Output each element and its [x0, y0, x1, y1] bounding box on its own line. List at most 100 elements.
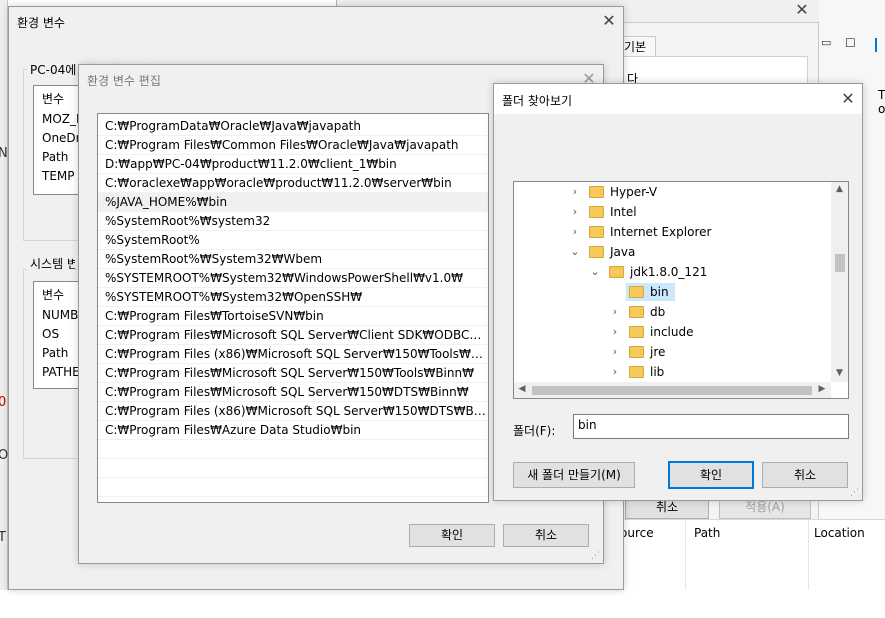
tree-item-jdk1-8-0-121[interactable]: ⌄ jdk1.8.0_121 [514, 262, 830, 282]
column-divider [808, 520, 809, 590]
background-tab-label: 기본 [623, 40, 647, 54]
edit-ok-button[interactable]: 확인 [409, 524, 495, 547]
chevron-right-icon[interactable]: › [570, 202, 580, 222]
system-list-header[interactable]: 변수 [42, 286, 64, 303]
tree-item-include[interactable]: › include [514, 322, 830, 342]
path-row[interactable]: C:₩Program Files₩Microsoft SQL Server₩15… [98, 383, 488, 402]
chevron-right-icon[interactable]: › [610, 322, 620, 342]
column-header-location[interactable]: Location [814, 526, 865, 540]
column-header-source[interactable]: ource [620, 526, 654, 540]
scroll-left-icon[interactable]: ◀ [516, 384, 528, 394]
tree-item-hyper-v[interactable]: › Hyper-V [514, 182, 830, 202]
tree-item-content[interactable]: Hyper-V [586, 183, 663, 201]
tree-item-content[interactable]: Java [586, 243, 641, 261]
chevron-right-icon[interactable]: › [610, 362, 620, 382]
folder-icon [589, 205, 604, 218]
column-divider [685, 520, 686, 590]
tree-item-label: include [650, 325, 694, 339]
chevron-right-icon[interactable]: › [610, 302, 620, 322]
scroll-up-icon[interactable]: ▲ [831, 184, 848, 194]
browse-resize-grip-icon[interactable]: ⋰ [850, 488, 859, 498]
left-edge-app: N 0 O T [0, 0, 8, 590]
horizontal-scroll-thumb[interactable] [532, 386, 812, 395]
tree-item-content[interactable]: Internet Explorer [586, 223, 717, 241]
tree-item-content[interactable]: jre [626, 343, 671, 361]
folder-icon [629, 285, 644, 298]
path-row[interactable]: %JAVA_HOME%₩bin [98, 193, 488, 212]
tree-item-java[interactable]: ⌄ Java [514, 242, 830, 262]
background-close-button[interactable]: ✕ [792, 2, 812, 18]
path-row[interactable] [98, 440, 488, 459]
browse-close-button[interactable]: ✕ [838, 91, 858, 107]
user-list-header[interactable]: 변수 [42, 90, 64, 107]
tree-item-content[interactable]: bin [626, 283, 675, 301]
folder-input[interactable]: bin [573, 414, 849, 439]
system-row[interactable]: PATHE [42, 365, 80, 379]
folder-tree[interactable]: › Hyper-V › Intel › Internet Explorer ⌄ Java ⌄ jd… [513, 181, 849, 399]
tree-item-label: Intel [610, 205, 637, 219]
column-header-path[interactable]: Path [694, 526, 720, 540]
horizontal-scrollbar[interactable]: ◀ ▶ [514, 382, 831, 398]
restore-icon[interactable]: ☐ [845, 36, 856, 50]
path-row[interactable] [98, 459, 488, 478]
scroll-right-icon[interactable]: ▶ [816, 384, 828, 394]
chevron-right-icon[interactable]: › [610, 342, 620, 362]
path-row[interactable]: C:₩ProgramData₩Oracle₩Java₩javapath [98, 117, 488, 136]
path-row[interactable]: %SystemRoot%₩System32₩Wbem [98, 250, 488, 269]
tree-item-bin[interactable]: bin [514, 282, 830, 302]
browse-ok-button[interactable]: 확인 [668, 461, 754, 489]
path-list[interactable]: C:₩ProgramData₩Oracle₩Java₩javapath C:₩Pr… [97, 113, 489, 503]
tree-item-content[interactable]: jdk1.8.0_121 [606, 263, 713, 281]
tree-item-internet-explorer[interactable]: › Internet Explorer [514, 222, 830, 242]
path-rows: C:₩ProgramData₩Oracle₩Java₩javapath C:₩Pr… [98, 117, 488, 497]
tree-item-content[interactable]: include [626, 323, 699, 341]
path-row[interactable]: %SystemRoot% [98, 231, 488, 250]
path-row[interactable]: C:₩oraclexe₩app₩oracle₩product₩11.2.0₩se… [98, 174, 488, 193]
tree-item-intel[interactable]: › Intel [514, 202, 830, 222]
vertical-scroll-thumb[interactable] [835, 254, 845, 272]
path-row[interactable] [98, 478, 488, 497]
system-row[interactable]: Path [42, 346, 68, 360]
path-row[interactable]: C:₩Program Files₩Microsoft SQL Server₩15… [98, 364, 488, 383]
folder-icon [589, 185, 604, 198]
vertical-scrollbar[interactable]: ▲ ▼ [831, 182, 848, 382]
minimize-icon[interactable]: ▭ [821, 36, 831, 49]
chevron-down-icon[interactable]: ⌄ [570, 242, 580, 262]
path-row[interactable]: C:₩Program Files (x86)₩Microsoft SQL Ser… [98, 402, 488, 421]
tree-item-lib[interactable]: › lib [514, 362, 830, 382]
background-table: ource Path Location [600, 519, 885, 590]
tree-item-label: lib [650, 365, 665, 379]
resize-grip-icon[interactable]: ⋰ [591, 551, 600, 561]
folder-icon [589, 245, 604, 258]
tree-item-db[interactable]: › db [514, 302, 830, 322]
background-side-text-2: o [878, 102, 885, 116]
tree-item-jre[interactable]: › jre [514, 342, 830, 362]
browse-cancel-button[interactable]: 취소 [762, 462, 848, 488]
chevron-right-icon[interactable]: › [570, 222, 580, 242]
system-row[interactable]: OS [42, 327, 59, 341]
new-folder-button[interactable]: 새 폴더 만들기(M) [513, 462, 635, 488]
path-row[interactable]: %SYSTEMROOT%₩System32₩WindowsPowerShell₩… [98, 269, 488, 288]
path-row[interactable]: C:₩Program Files (x86)₩Microsoft SQL Ser… [98, 345, 488, 364]
edit-cancel-button[interactable]: 취소 [503, 524, 589, 547]
tree-item-content[interactable]: lib [626, 363, 670, 381]
folder-icon [589, 225, 604, 238]
chevron-right-icon[interactable]: › [570, 182, 580, 202]
scroll-down-icon[interactable]: ▼ [831, 368, 848, 378]
path-row[interactable]: %SystemRoot%₩system32 [98, 212, 488, 231]
user-row[interactable]: TEMP [42, 169, 75, 183]
tree-item-content[interactable]: db [626, 303, 671, 321]
user-row[interactable]: Path [42, 150, 68, 164]
system-variables-label: 시스템 변수(S) [27, 255, 75, 272]
path-row[interactable]: D:₩app₩PC-04₩product₩11.2.0₩client_1₩bin [98, 155, 488, 174]
path-row[interactable]: C:₩Program Files₩Microsoft SQL Server₩Cl… [98, 326, 488, 345]
env-close-button[interactable]: ✕ [599, 13, 619, 29]
path-row[interactable]: %SYSTEMROOT%₩System32₩OpenSSH₩ [98, 288, 488, 307]
background-side-text-1: T [878, 88, 885, 102]
chevron-down-icon[interactable]: ⌄ [590, 262, 600, 282]
path-row[interactable]: C:₩Program Files₩Common Files₩Oracle₩Jav… [98, 136, 488, 155]
tree-item-content[interactable]: Intel [586, 203, 643, 221]
tree-item-label: jre [650, 345, 666, 359]
path-row[interactable]: C:₩Program Files₩Azure Data Studio₩bin [98, 421, 488, 440]
path-row[interactable]: C:₩Program Files₩TortoiseSVN₩bin [98, 307, 488, 326]
